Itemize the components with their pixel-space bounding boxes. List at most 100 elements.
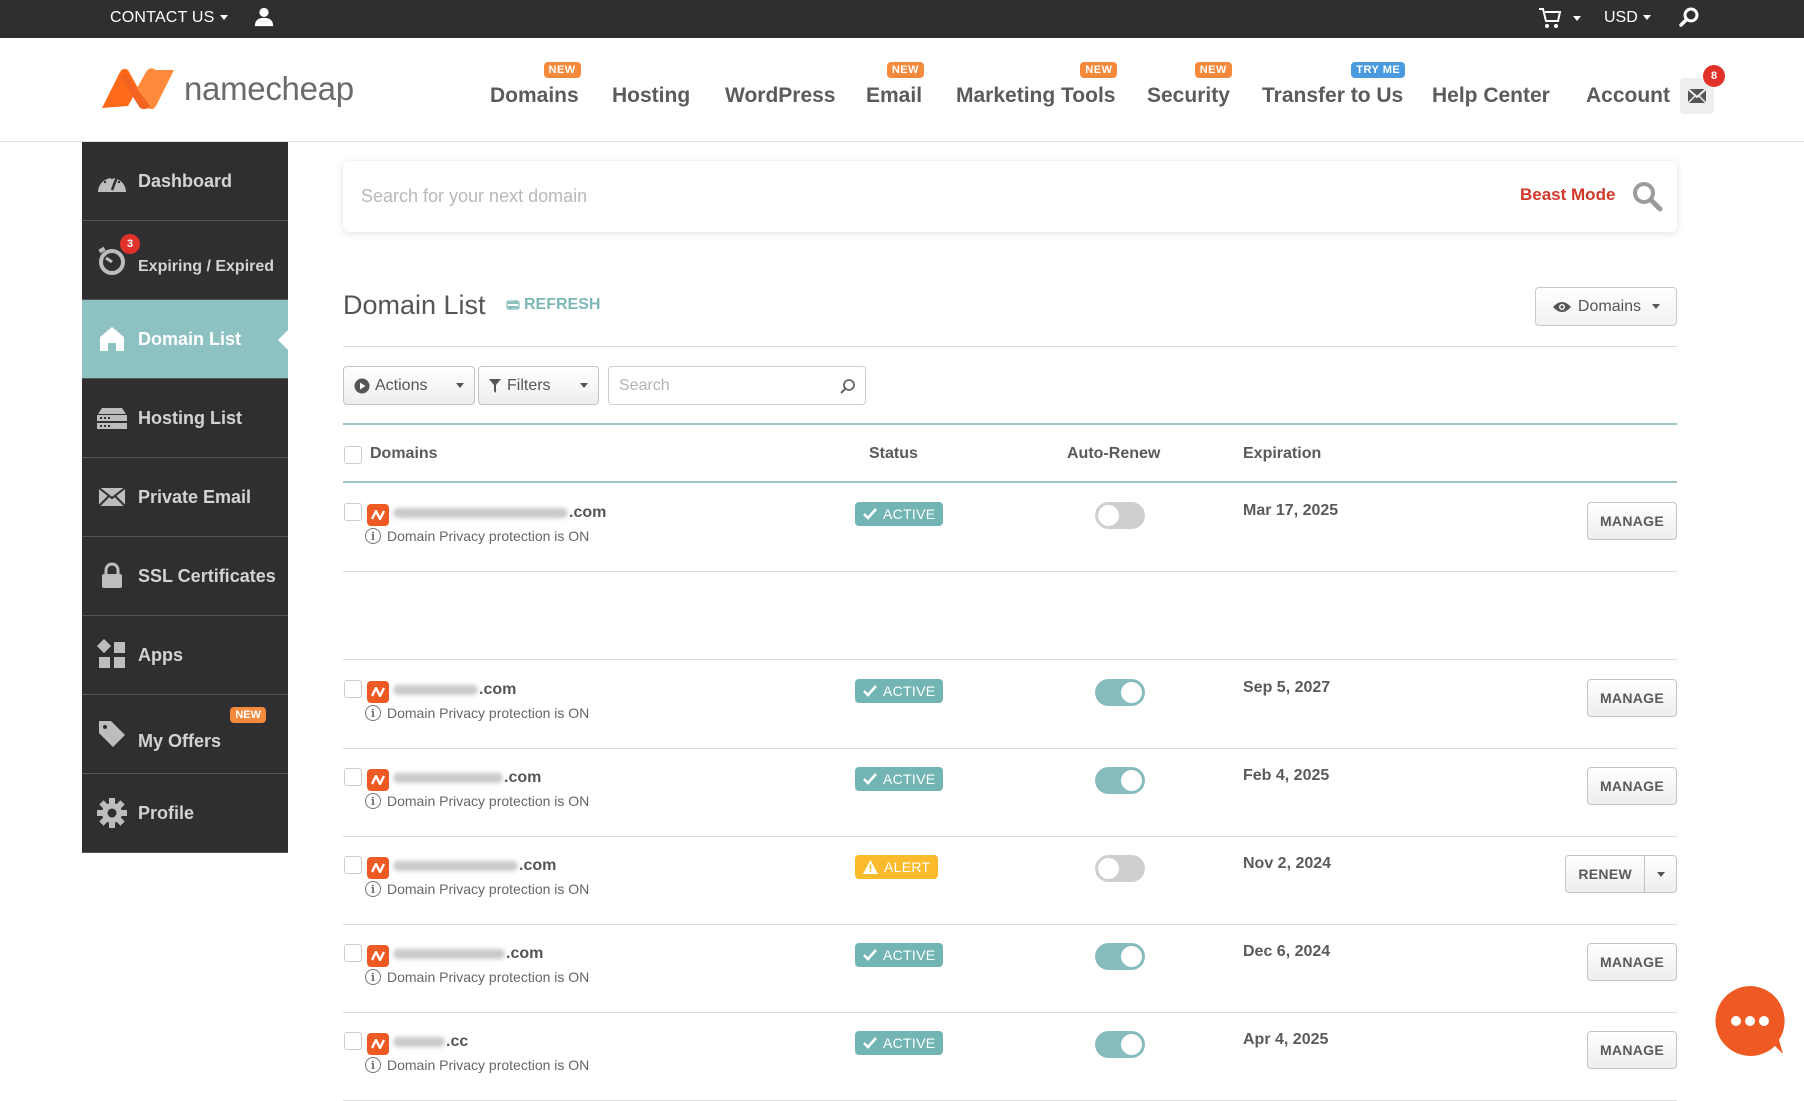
beast-mode-link[interactable]: Beast Mode	[1520, 185, 1615, 205]
nav-account[interactable]: Account	[1586, 84, 1670, 108]
table-header: Domains Status Auto-Renew Expiration	[343, 423, 1677, 483]
domain-name-link[interactable]: .com	[393, 504, 606, 522]
manage-button[interactable]: MANAGE	[1586, 679, 1677, 717]
search-icon[interactable]	[839, 377, 857, 395]
caret-down-icon	[1642, 15, 1651, 21]
manage-button[interactable]: MANAGE	[1586, 767, 1677, 805]
auto-renew-toggle[interactable]	[1095, 502, 1145, 529]
sidebar-label: Profile	[138, 802, 195, 823]
nav-hosting[interactable]: Hosting	[612, 84, 690, 108]
domain-list-search-input[interactable]	[619, 375, 829, 397]
play-circle-icon	[354, 378, 370, 393]
manage-button[interactable]: MANAGE	[1586, 943, 1677, 981]
cart-icon	[1539, 8, 1562, 28]
row-checkbox[interactable]	[344, 680, 362, 698]
sidebar-label: Apps	[138, 644, 183, 665]
renew-options-dropdown[interactable]	[1644, 856, 1676, 892]
manage-label: MANAGE	[1599, 954, 1664, 970]
refresh-button[interactable]: REFRESH	[506, 296, 600, 314]
actions-dropdown[interactable]: Actions	[343, 366, 475, 405]
sidebar-item-expiring-expired[interactable]: Expiring / Expired	[82, 221, 288, 300]
nav-label: Hosting	[612, 84, 691, 107]
speedometer-icon	[96, 165, 128, 197]
nav-security[interactable]: Security NEW	[1147, 62, 1232, 108]
manage-button[interactable]: MANAGE	[1586, 502, 1677, 540]
user-icon[interactable]	[253, 6, 275, 28]
status-label: ALERT	[884, 859, 931, 875]
caret-down-icon	[456, 383, 464, 388]
sidebar-item-hosting-list[interactable]: Hosting List	[82, 379, 288, 458]
domain-name-link[interactable]: .com	[393, 769, 541, 787]
new-badge: NEW	[1080, 62, 1118, 78]
view-domains-dropdown[interactable]: Domains	[1535, 287, 1677, 326]
nav-label: Marketing Tools	[956, 84, 1116, 107]
column-domains[interactable]: Domains	[370, 445, 438, 463]
nav-label: Domains	[490, 84, 579, 107]
row-checkbox[interactable]	[344, 1032, 362, 1050]
search-icon[interactable]	[1630, 179, 1664, 213]
table-row: .com i Domain Privacy protection is ON AC…	[343, 925, 1677, 1013]
domain-name-link[interactable]: .com	[393, 681, 516, 699]
row-checkbox[interactable]	[344, 503, 362, 521]
domain-search-input[interactable]	[361, 179, 1261, 213]
privacy-text: Domain Privacy protection is ON	[387, 528, 590, 544]
namecheap-brand-icon	[367, 769, 389, 791]
domain-tld: .com	[504, 769, 542, 786]
actions-label: Actions	[375, 376, 428, 394]
expiration-date: Apr 4, 2025	[1243, 1031, 1329, 1048]
column-status[interactable]: Status	[869, 445, 918, 463]
privacy-text: Domain Privacy protection is ON	[387, 969, 590, 985]
new-badge: NEW	[1194, 62, 1232, 78]
nav-wordpress[interactable]: WordPress	[725, 84, 836, 108]
sidebar-item-domain-list[interactable]: Domain List	[82, 300, 288, 379]
auto-renew-toggle[interactable]	[1095, 855, 1145, 882]
auto-renew-toggle[interactable]	[1095, 767, 1145, 794]
domain-name-link[interactable]: .com	[393, 945, 543, 963]
row-checkbox[interactable]	[344, 944, 362, 962]
sidebar-item-private-email[interactable]: Private Email	[82, 458, 288, 537]
privacy-text: Domain Privacy protection is ON	[387, 1057, 590, 1073]
redacted-domain	[393, 508, 568, 518]
currency-dropdown[interactable]: USD	[1604, 9, 1651, 27]
renew-button-group: RENEW	[1565, 855, 1677, 893]
domain-tld: .com	[479, 681, 517, 698]
renew-button[interactable]: RENEW	[1566, 866, 1644, 882]
row-checkbox[interactable]	[344, 856, 362, 874]
filters-label: Filters	[507, 376, 551, 394]
live-chat-button[interactable]	[1713, 984, 1787, 1056]
auto-renew-toggle[interactable]	[1095, 679, 1145, 706]
contact-us-dropdown[interactable]: CONTACT US	[110, 9, 228, 27]
chat-icon	[1731, 1016, 1769, 1026]
select-all-checkbox[interactable]	[344, 446, 362, 464]
domain-name-link[interactable]: .com	[393, 857, 556, 875]
divider	[343, 572, 1677, 660]
nav-label: Help Center	[1432, 84, 1550, 107]
column-expiration[interactable]: Expiration	[1243, 445, 1321, 463]
sidebar-item-profile[interactable]: Profile	[82, 774, 288, 853]
domain-name-link[interactable]: .cc	[393, 1033, 468, 1051]
auto-renew-toggle[interactable]	[1095, 1031, 1145, 1058]
search-icon[interactable]	[1677, 5, 1701, 29]
redacted-domain	[393, 773, 503, 783]
nav-help-center[interactable]: Help Center	[1432, 84, 1550, 108]
sidebar-item-my-offers[interactable]: My Offers NEW	[82, 695, 288, 774]
namecheap-brand-icon	[367, 1033, 389, 1055]
sidebar: Dashboard Expiring / Expired Domain List…	[82, 142, 288, 853]
manage-button[interactable]: MANAGE	[1586, 1031, 1677, 1069]
sidebar-item-ssl-certificates[interactable]: SSL Certificates	[82, 537, 288, 616]
auto-renew-toggle[interactable]	[1095, 943, 1145, 970]
cart-dropdown[interactable]	[1538, 7, 1582, 29]
nav-marketing-tools[interactable]: Marketing Tools NEW	[956, 62, 1118, 108]
caret-down-icon	[1652, 304, 1661, 309]
domain-list-search	[608, 366, 866, 405]
filters-dropdown[interactable]: Filters	[478, 366, 599, 405]
sidebar-item-dashboard[interactable]: Dashboard	[82, 142, 288, 221]
column-auto-renew[interactable]: Auto-Renew	[1067, 445, 1160, 463]
main-header: namecheap Domains NEW Hosting WordPress E…	[0, 38, 1804, 142]
nav-email[interactable]: Email NEW	[866, 62, 925, 108]
sidebar-item-apps[interactable]: Apps	[82, 616, 288, 695]
row-checkbox[interactable]	[344, 768, 362, 786]
nav-transfer-to-us[interactable]: Transfer to Us TRY ME	[1262, 62, 1406, 108]
nav-label: Transfer to Us	[1262, 84, 1404, 107]
nav-domains[interactable]: Domains NEW	[490, 62, 581, 108]
